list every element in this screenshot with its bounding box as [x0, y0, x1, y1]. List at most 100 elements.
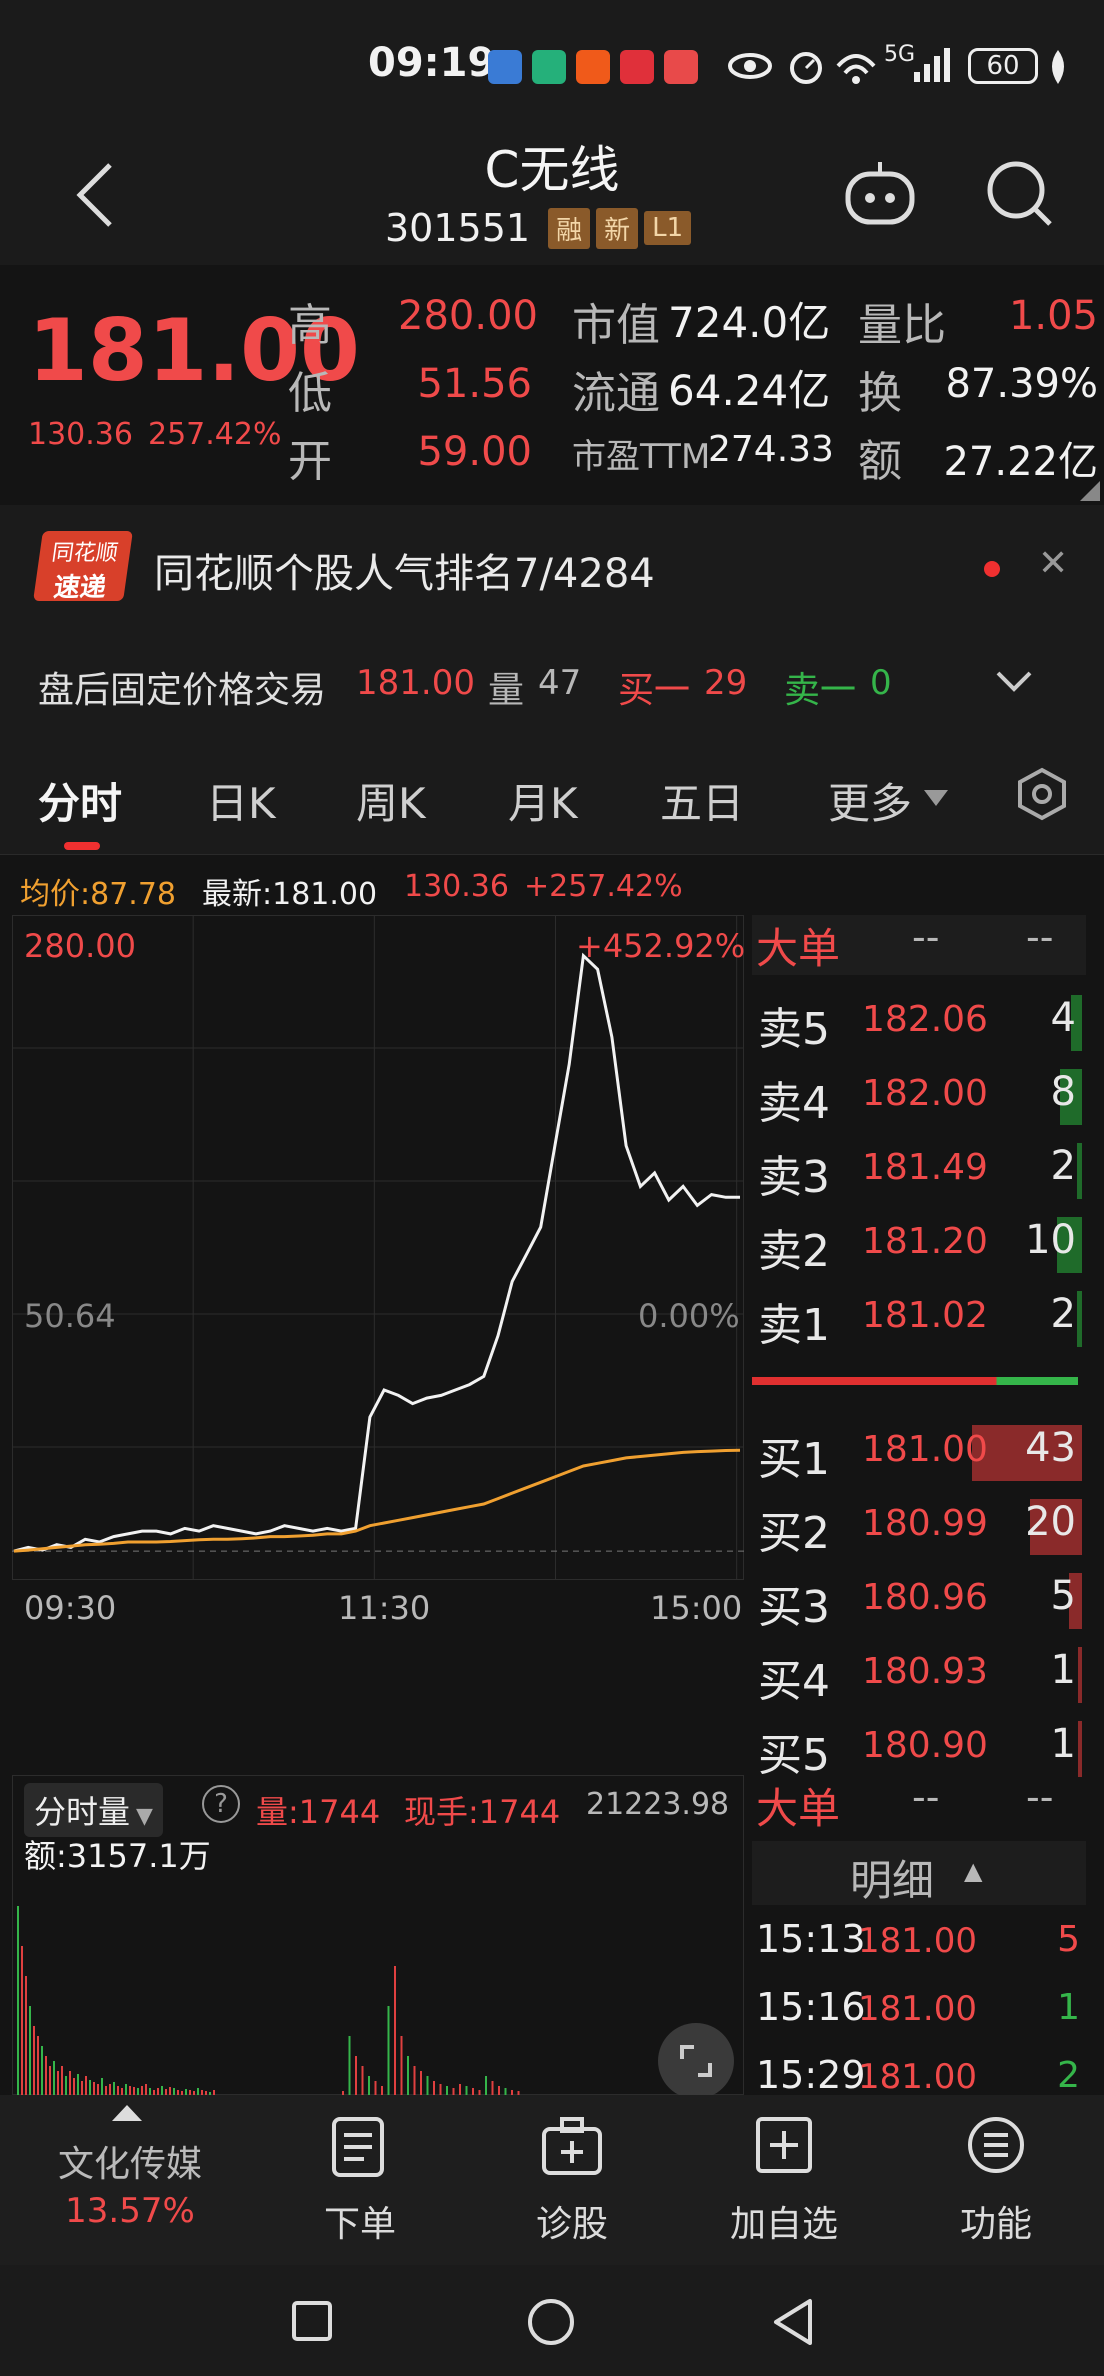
popularity-banner[interactable]: 同花顺 速递 同花顺个股人气排名7/4284 ✕: [0, 505, 1104, 625]
big-order-label: 大单: [756, 924, 841, 973]
volume-type-dropdown[interactable]: 分时量 ▼: [24, 1783, 163, 1837]
stock-code: 301551: [385, 206, 531, 250]
level-price: 180.99: [862, 1503, 988, 1544]
x-axis-label-end: 15:00: [650, 1589, 743, 1627]
pct-axis-base-label: 0.00%: [638, 1297, 740, 1335]
unread-dot: [984, 561, 1000, 577]
tab-more[interactable]: 更多: [828, 770, 912, 831]
amount-label: 额:3157.1万: [24, 1837, 211, 1875]
tab-monthly-k[interactable]: 月K: [508, 770, 578, 831]
dropdown-arrow-icon[interactable]: [924, 790, 948, 808]
expand-corner-icon[interactable]: [1080, 481, 1100, 501]
level-label: 卖4: [758, 1078, 830, 1129]
trade-time: 15:16: [756, 1985, 866, 2029]
recent-apps-icon[interactable]: [290, 2299, 334, 2343]
big-order-header: 大单 -- --: [752, 915, 1086, 975]
robot-icon[interactable]: [842, 160, 918, 230]
volume-bar: [113, 2082, 115, 2096]
intraday-price-chart[interactable]: [12, 915, 744, 1580]
ask-level-row[interactable]: 卖4 182.00 8: [752, 1059, 1082, 1133]
volume-bar: [53, 2061, 55, 2096]
trade-detail-row: 15:16 181.00 1: [752, 1979, 1086, 2043]
ask-level-row[interactable]: 卖2 181.20 10: [752, 1207, 1082, 1281]
chevron-down-icon[interactable]: [994, 669, 1034, 695]
tab-intraday[interactable]: 分时: [38, 770, 122, 831]
y-axis-base-label: 50.64: [24, 1297, 116, 1335]
diagnose-button[interactable]: 诊股: [482, 2115, 662, 2255]
trade-price: 181.00: [858, 1921, 977, 1961]
close-icon[interactable]: ✕: [1038, 543, 1068, 584]
after-hours-sell: 0: [870, 663, 892, 703]
status-bar: 09:19 5G 60: [0, 0, 1104, 130]
eye-icon: [728, 53, 772, 79]
after-hours-buy: 29: [704, 663, 748, 703]
level-label: 买5: [758, 1730, 830, 1781]
volume-bar: [17, 1906, 19, 2096]
stock-meta: 301551 融 新 L1: [385, 206, 692, 250]
ask-level-row[interactable]: 卖5 182.06 4: [752, 985, 1082, 1059]
big-order-value-1: --: [912, 915, 940, 959]
ask-level-row[interactable]: 卖3 181.49 2: [752, 1133, 1082, 1207]
bid-level-row[interactable]: 买5 180.90 1: [752, 1711, 1082, 1785]
medical-kit-icon: [542, 2117, 602, 2175]
volume-bar: [394, 1966, 396, 2096]
float-label: 流通: [572, 368, 660, 419]
level-label: 买2: [758, 1508, 830, 1559]
tab-five-day[interactable]: 五日: [660, 770, 744, 831]
search-icon[interactable]: [984, 158, 1054, 230]
bid-level-row[interactable]: 买1 181.00 43: [752, 1415, 1082, 1489]
network-type: 5G: [884, 42, 916, 67]
details-big-order-label: 大单: [756, 1784, 841, 1833]
pe-label: 市盈TTM: [572, 437, 711, 477]
bid-level-row[interactable]: 买4 180.93 1: [752, 1637, 1082, 1711]
volume-bar: [57, 2071, 59, 2096]
tab-daily-k[interactable]: 日K: [206, 770, 276, 831]
volume-bar: [361, 2066, 364, 2096]
trade-time: 15:13: [756, 1917, 866, 1961]
y-axis-top-label: 280.00: [24, 927, 136, 965]
back-icon[interactable]: [70, 160, 120, 230]
depth-bar: [1078, 1647, 1082, 1703]
volume-bar: [69, 2071, 71, 2096]
after-hours-label: 盘后固定价格交易: [38, 670, 327, 711]
volume-bar: [368, 2076, 370, 2096]
order-button[interactable]: 下单: [270, 2115, 450, 2255]
stock-app-icon: [620, 50, 654, 84]
big-order-value-2: --: [1026, 915, 1054, 959]
taobao-icon: [576, 50, 610, 84]
level-price: 181.49: [862, 1147, 988, 1188]
ask-level-row[interactable]: 卖1 181.02 2: [752, 1281, 1082, 1355]
after-hours-trading[interactable]: 盘后固定价格交易 181.00 量 47 买一 29 卖一 0: [0, 625, 1104, 740]
functions-label: 功能: [959, 2204, 1032, 2245]
depth-bar: [1076, 1291, 1082, 1347]
volume-ratio-value: 1.05: [1008, 293, 1098, 339]
volume-bar: [29, 2006, 31, 2096]
home-icon[interactable]: [526, 2297, 576, 2347]
level-price: 181.00: [862, 1429, 988, 1470]
trade-detail-row: 15:29 181.00 2: [752, 2047, 1086, 2095]
functions-button[interactable]: 功能: [906, 2115, 1086, 2255]
volume-bar: [85, 2076, 87, 2096]
tab-weekly-k[interactable]: 周K: [356, 770, 426, 831]
volume-bar: [101, 2078, 103, 2096]
signal-icon: [914, 48, 950, 82]
system-nav-bar: [0, 2265, 1104, 2376]
expand-up-icon[interactable]: [112, 2105, 142, 2123]
details-header[interactable]: 明细 ▲: [752, 1841, 1086, 1905]
bid-level-row[interactable]: 买2 180.99 20: [752, 1489, 1082, 1563]
volume-bar: [491, 2081, 494, 2096]
bid-level-row[interactable]: 买3 180.96 5: [752, 1563, 1082, 1637]
volume-bar: [400, 2036, 403, 2096]
low-value: 51.56: [417, 361, 532, 407]
back-nav-icon[interactable]: [770, 2297, 816, 2347]
settings-icon[interactable]: [1014, 766, 1070, 822]
sector-name[interactable]: 文化传媒: [20, 2135, 240, 2187]
help-icon[interactable]: ?: [202, 1785, 240, 1823]
latest-price-label: 最新:181.00: [202, 877, 378, 912]
battery-indicator: 60: [968, 48, 1038, 84]
fullscreen-button[interactable]: [658, 2023, 734, 2099]
volume-bar: [61, 2066, 63, 2096]
add-watchlist-button[interactable]: 加自选: [694, 2115, 874, 2255]
order-book: 卖5 182.06 4 卖4 182.00 8 卖3 181.49 2 卖2 181.20 10 卖1 1…: [752, 985, 1086, 1781]
after-hours-vol-label: 量: [488, 670, 525, 711]
